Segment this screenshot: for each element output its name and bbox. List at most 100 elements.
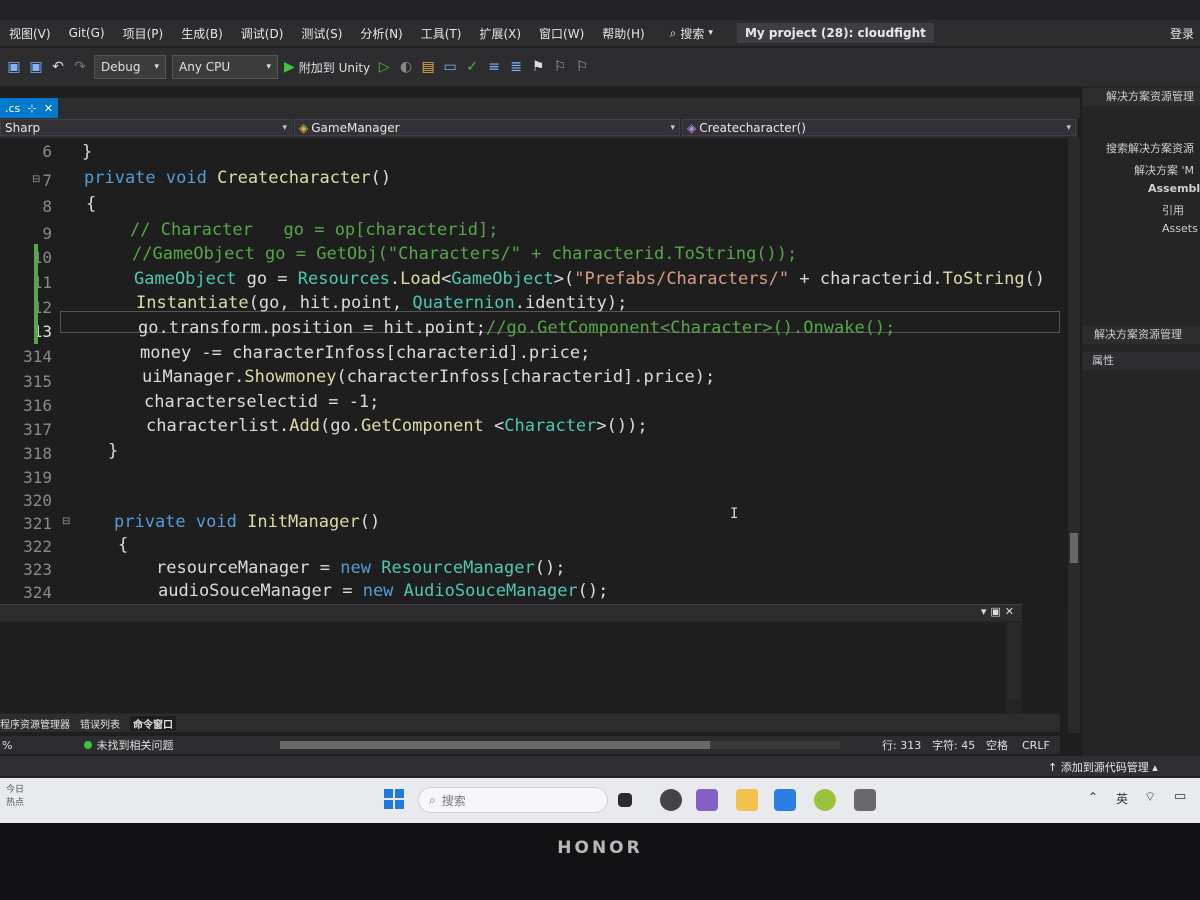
line-number: 319 (23, 468, 52, 487)
menu-item-build[interactable]: 生成(B) (172, 25, 232, 42)
file-explorer-icon[interactable] (736, 789, 758, 811)
redo-icon[interactable]: ↷ (72, 59, 88, 75)
line-number: 314 (23, 347, 52, 366)
menu-item-tools[interactable]: 工具(T) (412, 25, 471, 42)
tree-item-assets[interactable]: Assets (1162, 222, 1198, 235)
tree-item-references[interactable]: 引用 (1162, 202, 1184, 218)
menu-item-git[interactable]: Git(G) (60, 26, 114, 40)
pin-icon[interactable]: ⊹ (27, 102, 36, 115)
scrollbar-thumb[interactable] (1070, 533, 1078, 563)
line-number-gutter: 6 7 8 9 10 11 12 13 314 315 316 317 318 … (0, 138, 70, 608)
close-icon[interactable]: ✕ (44, 102, 53, 115)
task-view-icon[interactable] (618, 793, 632, 807)
collapse-icon[interactable]: ⊟ (32, 174, 40, 185)
play-icon: ▶ (284, 59, 295, 75)
scrollbar-thumb[interactable] (280, 741, 710, 749)
line-number: 320 (23, 491, 52, 510)
tab-error-list[interactable]: 错误列表 (80, 716, 120, 731)
format-icon[interactable]: ≡ (486, 59, 502, 75)
taskbar-search[interactable]: ⌕ 搜索 (418, 787, 608, 813)
window-icon[interactable]: ▭ (442, 59, 458, 75)
comment-icon[interactable]: ≣ (508, 59, 524, 75)
tree-item-assembly[interactable]: Assembl (1148, 182, 1200, 195)
device-brand-logo: HONOR (557, 838, 643, 858)
chevron-down-icon: ▾ (266, 62, 271, 72)
undo-icon[interactable]: ↶ (50, 59, 66, 75)
zoom-level[interactable]: % (2, 739, 12, 752)
bookmark-next-icon[interactable]: ⚐ (574, 59, 590, 75)
search-menu[interactable]: ⌕ 搜索 ▾ (660, 25, 723, 42)
line-number: 316 (23, 396, 52, 415)
start-button-icon[interactable] (384, 789, 404, 809)
code-line: characterselectid = -1; (144, 392, 380, 412)
start-without-debug-icon[interactable]: ▷ (376, 59, 392, 75)
menu-item-help[interactable]: 帮助(H) (593, 25, 653, 42)
menu-item-debug[interactable]: 调试(D) (232, 25, 293, 42)
source-control-button[interactable]: ↑ 添加到源代码管理 ▴ (1048, 759, 1158, 775)
folder-icon[interactable]: ▤ (420, 59, 436, 75)
unity-app-icon[interactable] (660, 789, 682, 811)
save-icon[interactable]: ▣ (6, 59, 22, 75)
tree-item-solution[interactable]: 解决方案 'M (1134, 162, 1194, 178)
visual-studio-icon[interactable] (696, 789, 718, 811)
menu-item-window[interactable]: 窗口(W) (530, 25, 593, 42)
sign-in-link[interactable]: 登录 (1170, 25, 1200, 42)
config-select[interactable]: Debug ▾ (94, 55, 166, 79)
weather-widget[interactable]: 今日 热点 (6, 784, 24, 810)
bookmark-prev-icon[interactable]: ⚐ (552, 59, 568, 75)
line-number: 6 (42, 142, 52, 161)
code-editor[interactable]: 6 7 8 9 10 11 12 13 314 315 316 317 318 … (0, 138, 1070, 608)
editor-horizontal-scrollbar[interactable] (280, 741, 840, 749)
code-line: { (86, 194, 97, 214)
solution-search-input[interactable]: 搜索解决方案资源 (1106, 140, 1194, 156)
tab-command-window[interactable]: 命令窗口 (130, 715, 176, 731)
collapse-icon[interactable]: ⊟ (62, 516, 70, 527)
laptop-bezel (0, 823, 1200, 900)
ok-icon (84, 741, 93, 749)
window-title: My project (28): cloudfight (736, 23, 934, 43)
command-window-scrollbar[interactable] (1008, 623, 1020, 699)
menu-item-analyze[interactable]: 分析(N) (351, 25, 411, 42)
title-strip (0, 0, 1200, 20)
hot-reload-icon[interactable]: ◐ (398, 59, 414, 75)
window-controls[interactable]: ▾▣✕ (981, 605, 1018, 618)
menu-item-project[interactable]: 项目(P) (114, 25, 173, 42)
ime-indicator[interactable]: 英 (1116, 790, 1128, 807)
panel-header: 解决方案资源管理 (1082, 88, 1200, 106)
platform-select[interactable]: Any CPU ▾ (172, 55, 278, 79)
line-ending-indicator[interactable]: CRLF (1022, 739, 1050, 752)
issues-status[interactable]: 未找到相关问题 (96, 737, 173, 753)
cube-app-icon[interactable] (854, 789, 876, 811)
run-label: 附加到 Unity (298, 60, 371, 75)
nav-class-select[interactable]: ◈ GameManager ▾ (294, 119, 680, 136)
menu-item-extensions[interactable]: 扩展(X) (470, 25, 530, 42)
mail-icon[interactable] (774, 789, 796, 811)
code-line: // Character go = op[characterid]; (130, 220, 499, 240)
save-all-icon[interactable]: ▣ (28, 59, 44, 75)
menu-bar: 视图(V) Git(G) 项目(P) 生成(B) 调试(D) 测试(S) 分析(… (0, 20, 1200, 46)
run-button[interactable]: ▶ 附加到 Unity (284, 59, 370, 76)
battery-icon[interactable]: ▭ (1174, 789, 1186, 804)
check-icon[interactable]: ✓ (464, 59, 480, 75)
code-text[interactable]: } private void Createcharacter() { // Ch… (78, 138, 1070, 608)
screen: 视图(V) Git(G) 项目(P) 生成(B) 调试(D) 测试(S) 分析(… (0, 0, 1200, 835)
code-line: money -= characterInfoss[characterid].pr… (140, 343, 591, 363)
search-icon: ⌕ (429, 792, 436, 807)
app-icon[interactable] (814, 789, 836, 811)
wifi-icon[interactable]: ⌔ (1144, 789, 1156, 805)
column-indicator[interactable]: 字符: 45 (932, 737, 975, 753)
tab-solution-explorer[interactable]: 程序资源管理器 (0, 716, 70, 731)
change-indicator (34, 244, 38, 344)
nav-project-select[interactable]: Sharp ▾ (0, 119, 292, 136)
menu-item-view[interactable]: 视图(V) (0, 25, 60, 42)
whitespace-indicator[interactable]: 空格 (986, 737, 1008, 753)
editor-vertical-scrollbar[interactable] (1068, 138, 1080, 733)
document-tab[interactable]: .cs ⊹ ✕ (0, 98, 58, 118)
line-indicator[interactable]: 行: 313 (882, 737, 921, 753)
command-window-body[interactable] (0, 623, 1006, 713)
line-number: 315 (23, 372, 52, 391)
menu-item-test[interactable]: 测试(S) (292, 25, 351, 42)
bookmark-icon[interactable]: ⚑ (530, 59, 546, 75)
nav-member-select[interactable]: ◈ Createcharacter() ▾ (682, 119, 1076, 136)
chevron-up-icon[interactable]: ⌃ (1088, 790, 1098, 804)
